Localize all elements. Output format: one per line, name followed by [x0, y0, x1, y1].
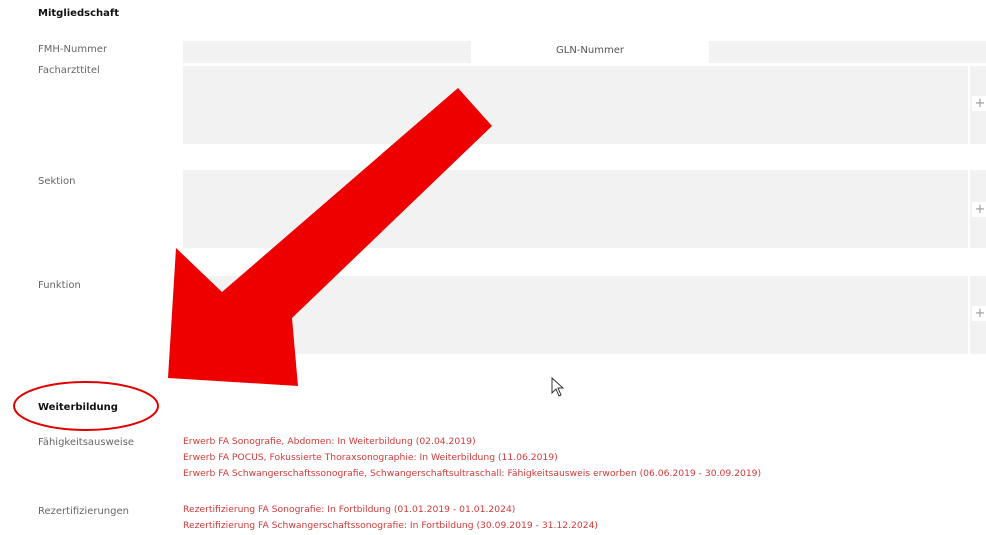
sektion-field[interactable]	[183, 170, 968, 248]
recertifications-list: Rezertifizierung FA Sonografie: In Fortb…	[183, 502, 598, 534]
capabilities-label: Fähigkeitsausweise	[38, 437, 135, 448]
funktion-label: Funktion	[38, 280, 81, 291]
facharzttitel-label: Facharzttitel	[38, 65, 100, 76]
capability-link[interactable]: Erwerb FA Sonografie, Abdomen: In Weiter…	[183, 434, 761, 450]
mouse-cursor-icon	[551, 376, 565, 397]
recertification-link[interactable]: Rezertifizierung FA Sonografie: In Fortb…	[183, 502, 598, 518]
facharzttitel-field[interactable]	[183, 66, 968, 144]
gln-number-input[interactable]	[709, 41, 986, 63]
fmh-number-label: FMH-Nummer	[38, 44, 108, 55]
capability-link[interactable]: Erwerb FA Schwangerschaftssonografie, Sc…	[183, 466, 761, 482]
capability-link[interactable]: Erwerb FA POCUS, Fokussierte Thoraxsonog…	[183, 450, 761, 466]
gln-number-label: GLN-Nummer	[471, 41, 709, 63]
capabilities-list: Erwerb FA Sonografie, Abdomen: In Weiter…	[183, 434, 761, 482]
recertification-link[interactable]: Rezertifizierung FA Schwangerschaftssono…	[183, 518, 598, 534]
sektion-add-button[interactable]: +	[972, 202, 986, 217]
facharzttitel-add-button[interactable]: +	[972, 96, 986, 111]
fmh-number-input[interactable]	[183, 41, 471, 63]
funktion-field[interactable]	[183, 276, 968, 354]
membership-title: Mitgliedschaft	[38, 8, 119, 19]
sektion-label: Sektion	[38, 176, 76, 187]
funktion-add-button[interactable]: +	[972, 306, 986, 321]
training-title: Weiterbildung	[38, 402, 118, 413]
recertifications-label: Rezertifizierungen	[38, 506, 129, 517]
